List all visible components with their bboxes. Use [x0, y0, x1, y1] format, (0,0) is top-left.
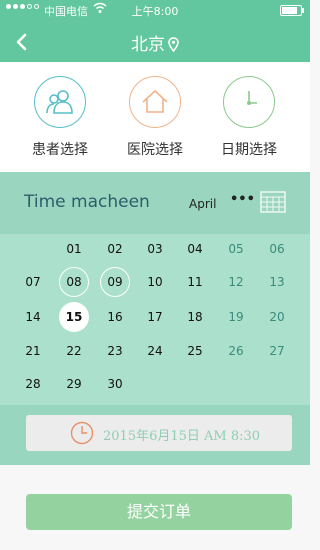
- calendar-title: Time macheen: [24, 192, 150, 212]
- more-options-icon[interactable]: •••: [230, 192, 255, 207]
- status-time: 上午8:00: [131, 5, 179, 18]
- calendar-day[interactable]: 03: [140, 234, 170, 264]
- calendar-day[interactable]: 29: [59, 369, 89, 399]
- carrier-label: 中国电信: [44, 5, 88, 18]
- calendar-day[interactable]: 08: [59, 267, 89, 297]
- calendar-day[interactable]: 25: [180, 336, 210, 366]
- calendar-day[interactable]: 01: [59, 234, 89, 264]
- calendar-day[interactable]: 21: [18, 336, 48, 366]
- calendar-day-selected[interactable]: 15: [59, 302, 89, 332]
- city-label: 北京: [131, 35, 165, 55]
- calendar-day[interactable]: 18: [180, 302, 210, 332]
- home-icon: [129, 76, 181, 128]
- calendar-day[interactable]: 13: [262, 267, 292, 297]
- calendar-day[interactable]: 06: [262, 234, 292, 264]
- calendar-day[interactable]: 22: [59, 336, 89, 366]
- calendar-day[interactable]: 04: [180, 234, 210, 264]
- signal-icon: [6, 4, 39, 9]
- battery-icon: [280, 5, 304, 16]
- calendar-day[interactable]: 19: [221, 302, 251, 332]
- submit-order-button[interactable]: 提交订单: [26, 494, 292, 530]
- app-header: 中国电信 上午8:00 北京: [0, 0, 310, 62]
- hospital-select-button[interactable]: 医院选择: [110, 76, 200, 159]
- calendar-day[interactable]: 09: [100, 267, 130, 297]
- category-selector: 患者选择 医院选择 日期选择: [0, 62, 310, 172]
- location-pin-icon[interactable]: [168, 37, 179, 52]
- calendar-day[interactable]: 07: [18, 267, 48, 297]
- calendar-month[interactable]: April: [189, 197, 216, 211]
- calendar-day[interactable]: 02: [100, 234, 130, 264]
- date-select-button[interactable]: 日期选择: [204, 76, 294, 159]
- calendar-day[interactable]: 12: [221, 267, 251, 297]
- status-bar: 中国电信 上午8:00: [0, 0, 310, 20]
- calendar: Time macheen April ••• 01 02 03 04 05 06 07 08 0…: [0, 172, 310, 465]
- patient-select-button[interactable]: 患者选择: [15, 76, 105, 159]
- hospital-select-label: 医院选择: [127, 142, 183, 158]
- patient-select-label: 患者选择: [32, 142, 88, 158]
- calendar-day[interactable]: 17: [140, 302, 170, 332]
- calendar-day[interactable]: 10: [140, 267, 170, 297]
- calendar-day[interactable]: 05: [221, 234, 251, 264]
- calendar-day[interactable]: 16: [100, 302, 130, 332]
- calendar-day[interactable]: 11: [180, 267, 210, 297]
- calendar-header: Time macheen April •••: [0, 172, 310, 234]
- date-select-label: 日期选择: [221, 142, 277, 158]
- clock-icon: [70, 421, 94, 445]
- patients-icon: [34, 76, 86, 128]
- calendar-day[interactable]: 27: [262, 336, 292, 366]
- calendar-day[interactable]: 23: [100, 336, 130, 366]
- datetime-value: 2015年6月15日 AM 8:30: [103, 429, 261, 444]
- calendar-grid-icon[interactable]: [260, 191, 286, 213]
- calendar-footer: 2015年6月15日 AM 8:30: [0, 405, 310, 465]
- calendar-day[interactable]: 30: [100, 369, 130, 399]
- datetime-field[interactable]: 2015年6月15日 AM 8:30: [26, 415, 292, 451]
- calendar-day[interactable]: 26: [221, 336, 251, 366]
- battery-level: [282, 7, 298, 14]
- calendar-day[interactable]: 28: [18, 369, 48, 399]
- calendar-day[interactable]: 14: [18, 302, 48, 332]
- calendar-day[interactable]: 20: [262, 302, 292, 332]
- wifi-icon: [93, 2, 107, 13]
- calendar-day[interactable]: 24: [140, 336, 170, 366]
- clock-icon: [223, 76, 275, 128]
- page-title: 北京: [0, 30, 310, 55]
